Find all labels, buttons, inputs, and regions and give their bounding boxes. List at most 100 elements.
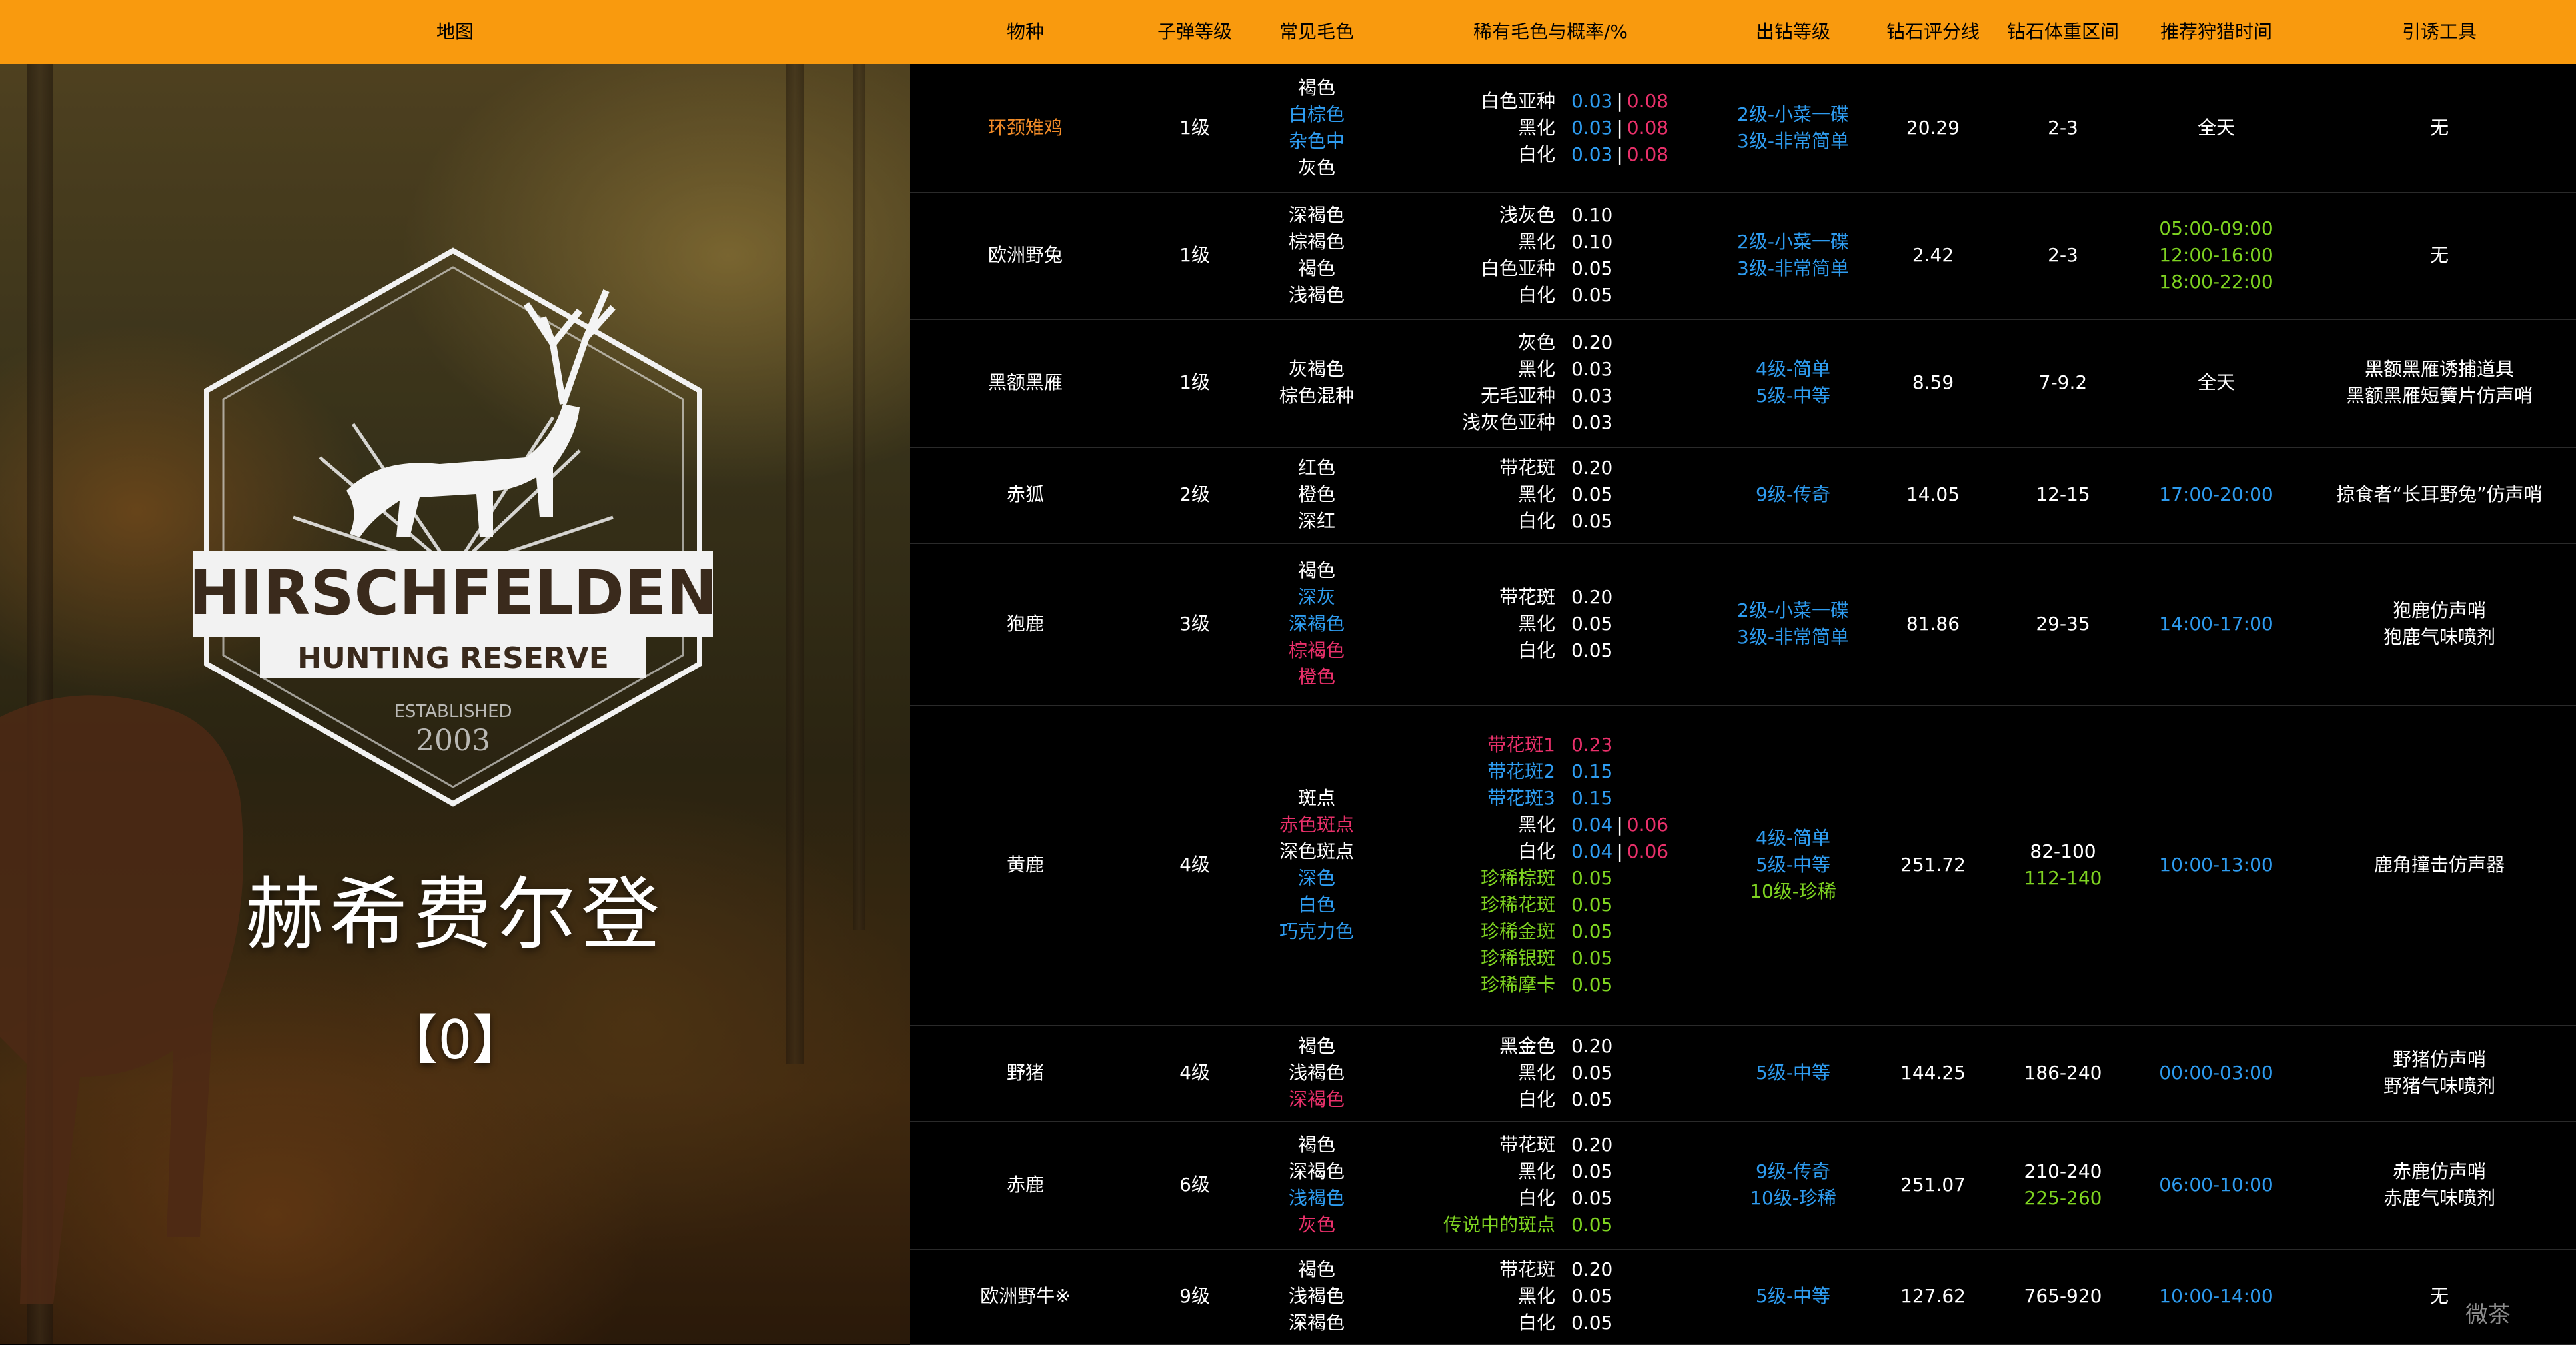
logo-year: 2003 [416,724,490,758]
ammo-cell: 2级 [1141,447,1249,543]
header-diamond-score: 钻石评分线 [1886,21,1980,43]
header-lure: 引诱工具 [2401,21,2477,43]
probability-value: 0.10 [1571,231,1613,253]
rare-color-entry: 珍稀金斑 0.05 [1385,918,1716,945]
rare-color-probability: 0.05 [1571,611,1612,637]
rare-color-entry: 传说中的斑点 0.05 [1385,1212,1716,1238]
rare-color-name: 白化 [1517,840,1555,862]
rare-color-name: 浅灰色亚种 [1461,411,1555,433]
diamond-score: 14.05 [1906,483,1960,505]
header-rare: 稀有毛色与概率/% [1473,21,1628,43]
probability-value: 0.05 [1571,867,1613,889]
value-separator: | [1616,117,1623,139]
diamond-level-cell: 2级-小菜一碟 3级-非常简单 [1716,543,1870,705]
lure-cell: 掠食者“长耳野兔”仿声哨 [2303,447,2576,543]
diamond-score-cell: 14.05 [1870,447,1996,543]
header-map: 地图 [436,21,474,43]
probability-value: 0.03 [1571,358,1613,380]
diamond-level: 9级-传奇 [1756,1160,1830,1182]
rare-color-probability: 0.05 [1571,1212,1612,1238]
table-row: 黄鹿 4级 斑点 赤色斑点 深色斑点 深色 白色 巧克力色 带花斑1 0.23 带花斑2 0.15 带花… [910,705,2576,1026]
probability-value: 0.20 [1571,1134,1613,1156]
diamond-level: 5级-中等 [1756,1062,1830,1084]
rare-color-probability: 0.03 | 0.08 [1571,141,1668,168]
diamond-weight: 2-3 [2048,244,2078,266]
probability-value: 0.06 [1626,840,1669,862]
probability-value: 0.03 [1571,411,1613,433]
species-cell: 赤狐 [910,447,1141,543]
probability-value: 0.05 [1571,613,1613,635]
diamond-weight-cell: 210-240 225-260 [1996,1121,2130,1249]
value-separator: | [1616,814,1623,836]
common-colors-cell: 深褐色 棕褐色 褐色 浅褐色 [1249,192,1385,319]
rare-color-probability: 0.04 | 0.06 [1571,812,1668,838]
species-cell: 环颈雉鸡 [910,64,1141,192]
ammo-level: 2级 [1179,483,1210,505]
hunt-time: 全天 [2197,371,2235,393]
lure-cell: 鹿角撞击仿声器 [2303,705,2576,1025]
rare-color-probability: 0.15 [1571,785,1612,812]
rare-color-probability: 0.05 [1571,918,1612,945]
rare-color-name: 白化 [1517,1312,1555,1334]
rare-color-probability: 0.05 [1571,972,1612,998]
common-color: 褐色 [1297,559,1335,581]
logo-subtitle: HUNTING RESERVE [297,641,609,675]
rare-color-name: 白化 [1517,639,1555,661]
probability-value: 0.08 [1626,117,1669,139]
rare-color-entry: 带花斑1 0.23 [1385,732,1716,758]
diamond-score: 251.07 [1900,1174,1966,1196]
rare-color-name: 带花斑3 [1487,787,1555,809]
probability-value: 0.20 [1571,457,1613,479]
common-color: 赤色斑点 [1279,814,1354,836]
diamond-level: 9级-传奇 [1756,483,1830,505]
map-code: 【0】 [384,1009,526,1071]
header-time: 推荐狩猎时间 [2160,21,2272,43]
common-colors-cell: 红色 橙色 深红 [1249,447,1385,543]
hunt-time: 10:00-14:00 [2159,1285,2273,1307]
rare-color-entry: 黑化 0.05 [1385,1283,1716,1310]
diamond-level: 4级-简单 [1756,358,1830,380]
rare-color-name: 珍稀金斑 [1480,920,1555,942]
diamond-level-cell: 4级-简单 5级-中等 10级-珍稀 [1716,705,1870,1025]
rare-color-name: 浅灰色 [1499,204,1555,226]
diamond-score: 20.29 [1906,117,1960,139]
rare-color-entry: 带花斑 0.20 [1385,584,1716,611]
common-colors-cell: 褐色 浅褐色 深褐色 [1249,1025,1385,1121]
diamond-score: 127.62 [1900,1285,1966,1307]
diamond-score-cell: 8.59 [1870,319,1996,447]
common-color: 巧克力色 [1279,920,1354,942]
common-color: 橙色 [1297,666,1335,688]
rare-color-entry: 黑化 0.05 [1385,611,1716,637]
diamond-level-cell: 2级-小菜一碟 3级-非常简单 [1716,192,1870,319]
probability-value: 0.15 [1571,760,1613,782]
rare-color-entry: 白化 0.05 [1385,282,1716,309]
species-cell: 黄鹿 [910,705,1141,1025]
species-cell: 赤鹿 [910,1121,1141,1249]
common-colors-cell: 褐色 白棕色 杂色中 灰色 [1249,64,1385,192]
diamond-weight: 82-100 [2030,840,2096,862]
ammo-cell: 6级 [1141,1121,1249,1249]
probability-value: 0.05 [1571,1312,1613,1334]
lure-item: 狍鹿仿声哨 [2392,599,2486,621]
diamond-score-cell: 251.72 [1870,705,1996,1025]
table-row: 黑额黑雁 1级 灰褐色 棕色混种 灰色 0.20 黑化 0.03 无毛亚种 0.03 浅灰色亚种 0.… [910,319,2576,448]
rare-color-entry: 黑化 0.03 | 0.08 [1385,115,1716,141]
rare-color-probability: 0.03 [1571,356,1612,383]
rare-color-name: 白化 [1517,510,1555,532]
rare-color-probability: 0.05 [1571,481,1612,508]
table-header: 地图 物种 子弹等级 常见毛色 稀有毛色与概率/% 出钻等级 钻石评分线 钻石体… [0,0,2576,64]
rare-color-probability: 0.05 [1571,865,1612,892]
hunt-time-cell: 00:00-03:00 [2130,1025,2303,1121]
header-common: 常见毛色 [1279,21,1354,43]
table-row: 环颈雉鸡 1级 褐色 白棕色 杂色中 灰色 白色亚种 0.03 | 0.08 黑化 0.03 | 0.08… [910,64,2576,193]
rare-color-name: 无毛亚种 [1480,385,1555,407]
common-color: 灰色 [1297,157,1335,179]
rare-colors-cell: 带花斑 0.20 黑化 0.05 白化 0.05 [1385,447,1716,543]
diamond-weight-cell: 186-240 [1996,1025,2130,1121]
diamond-weight: 29-35 [2036,613,2090,635]
rare-color-name: 黑金色 [1499,1035,1555,1057]
diamond-level: 10级-珍稀 [1750,1187,1836,1209]
rare-color-name: 白化 [1517,1187,1555,1209]
map-name: 赫希费尔登 [245,868,665,960]
rare-color-entry: 带花斑3 0.15 [1385,785,1716,812]
